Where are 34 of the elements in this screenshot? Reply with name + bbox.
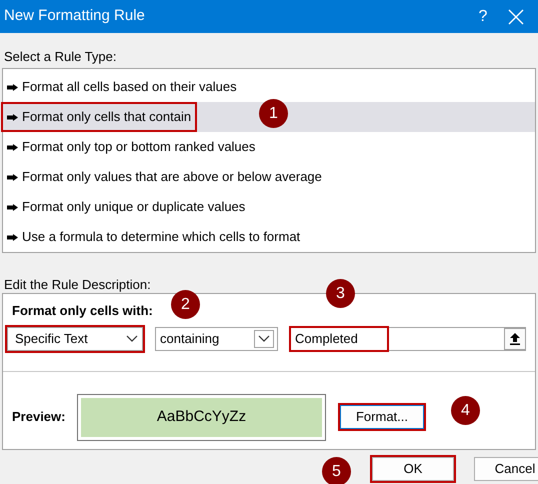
- operator-dropdown[interactable]: containing: [155, 326, 278, 350]
- step-badge: 5: [322, 457, 351, 484]
- arrow-icon: [7, 174, 18, 180]
- section-label: Select a Rule Type:: [3, 48, 118, 66]
- step-badge: 3: [326, 279, 355, 308]
- arrow-icon: [7, 84, 18, 90]
- condition-type-dropdown[interactable]: Specific Text: [7, 326, 143, 350]
- rule-type-text: Format only top or bottom ranked values: [3, 134, 260, 160]
- arrow-icon: [7, 234, 18, 240]
- rule-type-item[interactable]: Format only unique or duplicate values: [3, 192, 535, 222]
- window-title: New Formatting Rule: [4, 6, 145, 26]
- rule-type-item[interactable]: Format only values that are above or below average: [3, 162, 535, 192]
- preview-label: Preview:: [12, 408, 66, 426]
- rule-type-text: Format only values that are above or below average: [3, 164, 326, 190]
- rule-type-text: Format only cells that contain: [3, 104, 196, 130]
- arrow-icon: [7, 114, 18, 120]
- chevron-down-icon: [258, 334, 270, 342]
- format-button[interactable]: Format...: [340, 405, 424, 429]
- section-label: Edit the Rule Description:: [3, 276, 152, 293]
- rule-type-item[interactable]: Use a formula to determine which cells to format: [3, 222, 535, 252]
- chevron-down-icon: [126, 334, 138, 342]
- arrow-icon: [7, 204, 18, 210]
- close-icon: [508, 8, 524, 24]
- rule-type-text: Format all cells based on their values: [3, 74, 241, 100]
- arrow-icon: [7, 144, 18, 150]
- rule-type-text: Use a formula to determine which cells to format: [3, 224, 304, 250]
- rule-type-item[interactable]: Format all cells based on their values: [3, 72, 535, 102]
- help-button[interactable]: ?: [468, 4, 498, 28]
- rule-type-item[interactable]: Format only top or bottom ranked values: [3, 132, 535, 162]
- dialog-button[interactable]: OK: [372, 457, 454, 481]
- preview-text: AaBbCcYyZz: [156, 406, 246, 427]
- condition-heading: Format only cells with:: [12, 302, 153, 320]
- dialog-button[interactable]: Cancel: [474, 457, 538, 481]
- rule-type-text: Format only unique or duplicate values: [3, 194, 250, 220]
